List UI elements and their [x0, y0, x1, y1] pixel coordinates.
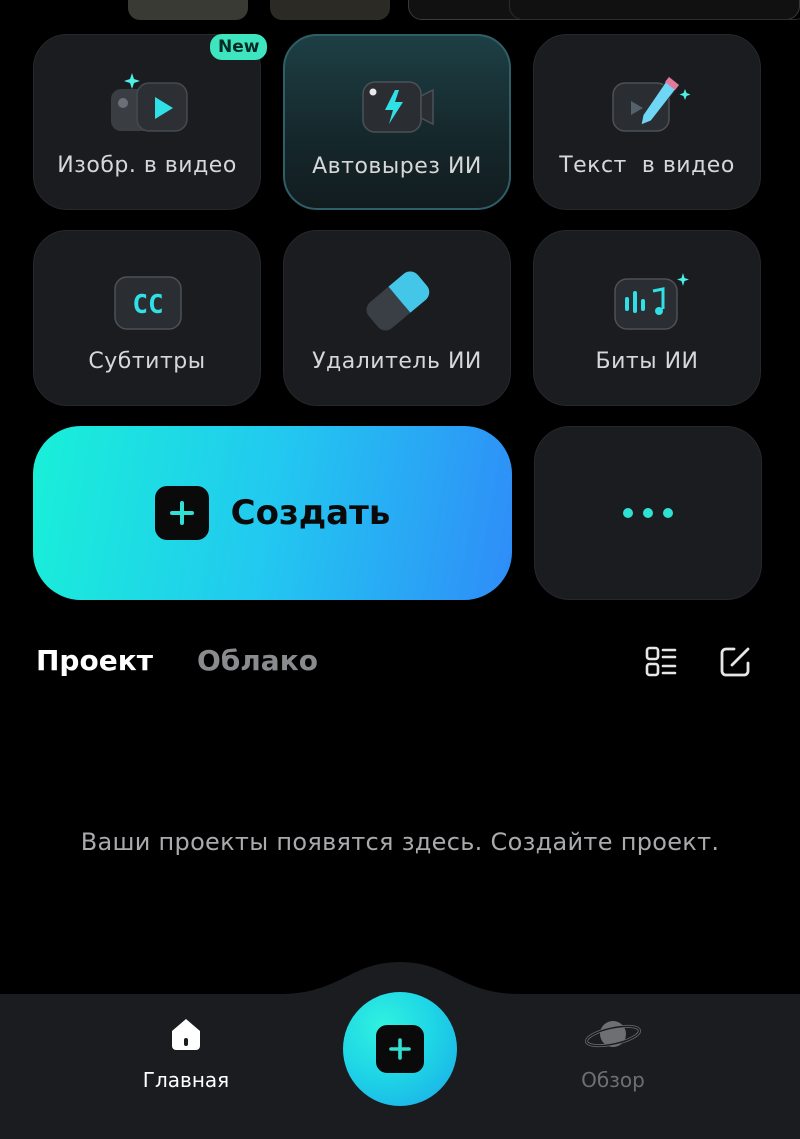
project-actions: [644, 645, 752, 679]
tool-label: Автовырез ИИ: [312, 154, 482, 179]
create-button-label: Создать: [230, 493, 391, 533]
planet-icon: [585, 1021, 641, 1048]
tool-ai-cutout[interactable]: Автовырез ИИ: [283, 34, 511, 210]
tool-captions[interactable]: CC Субтитры: [33, 230, 261, 406]
plus-icon: [154, 486, 209, 540]
ai-cutout-icon: [362, 81, 434, 133]
more-tools-button[interactable]: [534, 426, 762, 600]
create-fab[interactable]: [343, 992, 457, 1106]
tool-label: Удалитель ИИ: [312, 349, 482, 374]
tab-project[interactable]: Проект: [36, 644, 153, 677]
tab-cloud[interactable]: Облако: [197, 644, 318, 677]
tool-ai-beats[interactable]: Биты ИИ: [533, 230, 761, 406]
eraser-icon: [366, 271, 430, 331]
captions-icon: CC: [114, 276, 182, 330]
nav-home-label: Главная: [142, 1068, 230, 1092]
edit-icon[interactable]: [718, 645, 752, 679]
nav-explore-label: Обзор: [581, 1068, 645, 1092]
project-tabs: Проект Облако: [36, 644, 318, 677]
carousel-thumb[interactable]: [270, 0, 390, 20]
svg-text:CC: CC: [132, 290, 163, 320]
more-dots-icon: [623, 508, 633, 518]
list-view-icon[interactable]: [644, 645, 678, 679]
ai-beats-icon: [614, 273, 689, 330]
home-icon: [172, 1019, 200, 1050]
new-badge: New: [210, 34, 268, 60]
empty-projects-message: Ваши проекты появятся здесь. Создайте пр…: [80, 828, 720, 856]
carousel-thumb[interactable]: [408, 0, 800, 20]
tool-text-to-video[interactable]: Текст в видео: [533, 34, 761, 210]
image-to-video-icon: [111, 73, 188, 132]
carousel-thumb[interactable]: [128, 0, 248, 20]
tool-label: Текст в видео: [559, 153, 735, 178]
tool-ai-eraser[interactable]: Удалитель ИИ: [283, 230, 511, 406]
text-to-video-icon: [612, 76, 691, 132]
nav-explore[interactable]: Обзор: [533, 1014, 693, 1092]
plus-icon: [376, 1025, 424, 1073]
tool-label: Биты ИИ: [595, 349, 699, 374]
top-carousel: [0, 0, 800, 22]
create-button[interactable]: Создать: [33, 426, 512, 600]
tool-image-to-video[interactable]: Изобр. в видео: [33, 34, 261, 210]
tool-label: Изобр. в видео: [57, 153, 237, 178]
tool-label: Субтитры: [88, 349, 206, 374]
nav-home[interactable]: Главная: [106, 1014, 266, 1092]
